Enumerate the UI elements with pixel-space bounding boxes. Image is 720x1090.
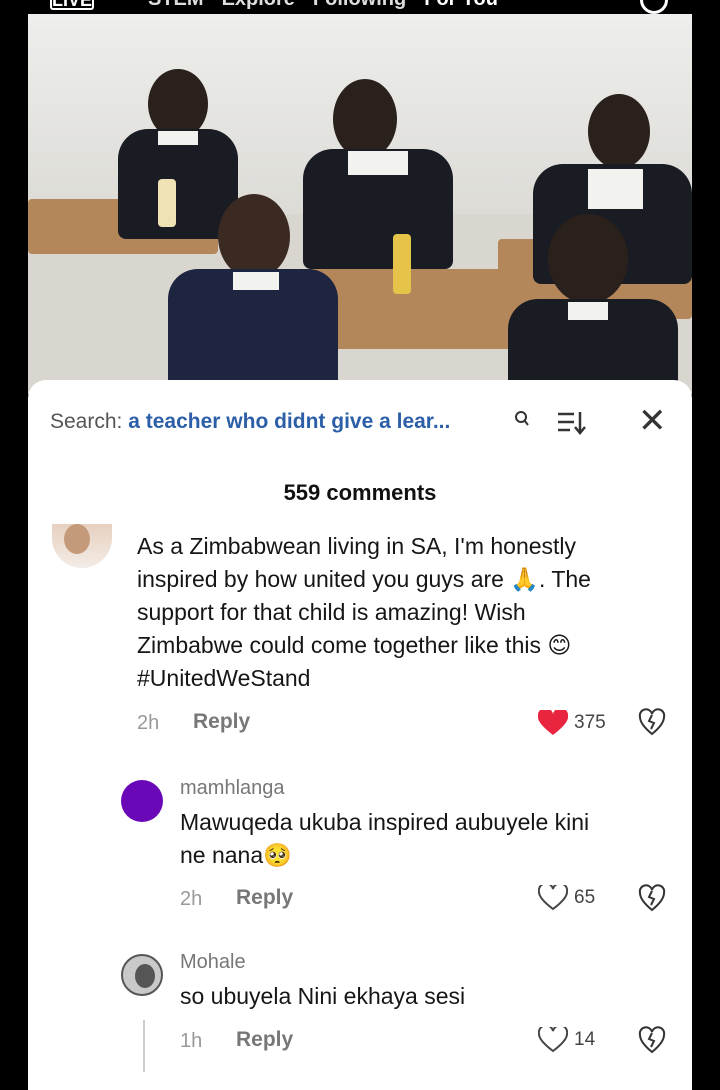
avatar[interactable]: [121, 954, 163, 996]
feed-tabs: STEM Explore Following For You: [148, 0, 498, 11]
video-player[interactable]: [28, 14, 692, 394]
dislike-icon[interactable]: [638, 708, 666, 736]
dislike-icon[interactable]: [638, 1026, 666, 1054]
search-icon[interactable]: [640, 0, 668, 14]
reply-button[interactable]: Reply: [236, 886, 293, 910]
comment-text: As a Zimbabwean living in SA, I'm honest…: [137, 533, 591, 691]
comment-time: 1h: [180, 1030, 203, 1052]
heart-icon: [538, 1027, 568, 1053]
heart-icon: [538, 710, 568, 735]
like-count: 375: [574, 712, 606, 733]
like-button[interactable]: 375: [538, 710, 606, 736]
tab-for-you[interactable]: For You: [424, 0, 498, 11]
tab-following[interactable]: Following: [313, 0, 406, 11]
heart-icon: [538, 885, 568, 911]
close-icon[interactable]: ✕: [638, 404, 667, 438]
username[interactable]: Mohale: [180, 951, 246, 974]
username[interactable]: mamhlanga: [180, 777, 285, 800]
avatar[interactable]: [121, 780, 163, 822]
sort-icon[interactable]: [556, 408, 588, 438]
like-count: 65: [574, 887, 596, 908]
comment-text: Mawuqeda ukuba inspired aubuyele kini ne…: [180, 809, 590, 868]
thread-line: [143, 1020, 145, 1072]
like-count: 14: [574, 1029, 596, 1050]
live-label[interactable]: LIVE: [52, 0, 92, 11]
search-query[interactable]: a teacher who didnt give a lear...: [128, 410, 450, 433]
search-query-bar[interactable]: Search: a teacher who didnt give a lear.…: [50, 410, 450, 434]
tab-stem[interactable]: STEM: [148, 0, 204, 11]
tab-explore[interactable]: Explore: [222, 0, 295, 11]
reply-button[interactable]: Reply: [236, 1028, 293, 1052]
comments-count: 559 comments: [283, 480, 437, 505]
comments-sheet: Search: a teacher who didnt give a lear.…: [28, 380, 692, 1090]
like-button[interactable]: 65: [538, 885, 595, 911]
juice-bottle: [158, 179, 176, 227]
dislike-icon[interactable]: [638, 884, 666, 912]
reply-button[interactable]: Reply: [193, 710, 250, 734]
comment-text: so ubuyela Nini ekhaya sesi: [180, 983, 466, 1009]
top-nav: LIVE STEM Explore Following For You: [0, 0, 720, 14]
search-label: Search:: [50, 410, 123, 433]
juice-bottle: [393, 234, 411, 294]
like-button[interactable]: 14: [538, 1027, 595, 1053]
comment-time: 2h: [137, 712, 160, 734]
avatar[interactable]: [52, 524, 112, 568]
search-icon[interactable]: [514, 410, 530, 433]
comment-time: 2h: [180, 888, 203, 910]
